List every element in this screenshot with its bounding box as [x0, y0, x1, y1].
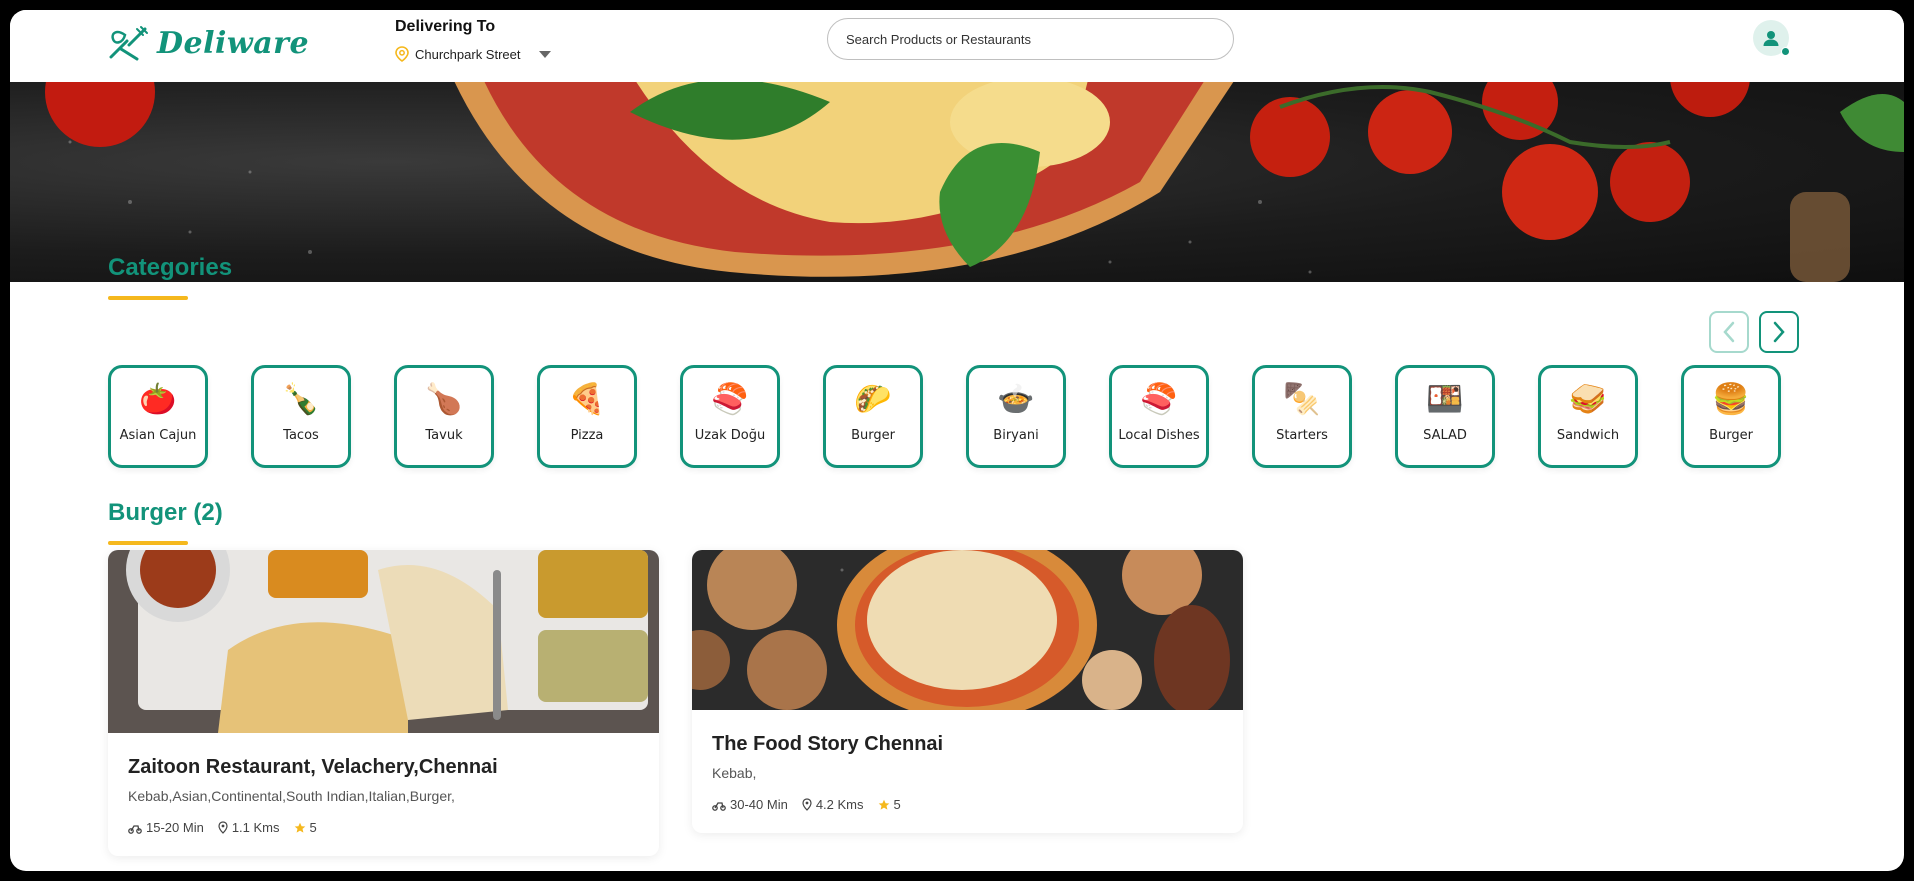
category-local-dishes[interactable]: 🍣 Local Dishes: [1109, 365, 1209, 468]
distance-text: 4.2 Kms: [815, 797, 864, 812]
logo[interactable]: Deliware: [107, 22, 309, 64]
logo-icon: [109, 26, 148, 61]
star-icon: [294, 822, 305, 833]
location-text: Churchpark Street: [415, 46, 521, 62]
burger-icon: 🍔: [1712, 382, 1750, 417]
sandwich-icon: 🥪: [1569, 382, 1607, 417]
sushi-roll-icon: 🍱: [1426, 382, 1464, 417]
location-pin-icon: [802, 798, 812, 811]
delivery-time: 30-40 Min: [712, 797, 788, 812]
chevron-left-icon: [1723, 321, 1735, 343]
category-pizza[interactable]: 🍕 Pizza: [537, 365, 637, 468]
restaurant-name: Zaitoon Restaurant, Velachery,Chennai: [128, 756, 498, 778]
chevron-right-icon: [1773, 321, 1785, 343]
category-starters[interactable]: 🍢 Starters: [1252, 365, 1352, 468]
category-asian-cajun[interactable]: 🍅 Asian Cajun: [108, 365, 208, 468]
delivery-time-text: 30-40 Min: [730, 797, 788, 812]
location-selector[interactable]: Churchpark Street: [395, 46, 551, 62]
results-title: Burger (2): [108, 499, 223, 526]
delivery-time-text: 15-20 Min: [146, 820, 204, 835]
logo-text: Deliware: [157, 25, 310, 61]
title-underline: [108, 296, 188, 300]
bowl-icon: 🍲: [997, 382, 1035, 417]
category-label: Tacos: [283, 428, 319, 443]
online-status-dot: [1781, 47, 1790, 56]
category-label: Burger: [1709, 428, 1753, 443]
top-header: Deliware Delivering To Churchpark Street: [10, 10, 1904, 82]
category-uzak-dogu[interactable]: 🍣 Uzak Doğu: [680, 365, 780, 468]
sushi-icon: 🍣: [711, 382, 749, 417]
category-label: Burger: [851, 428, 895, 443]
category-label: Local Dishes: [1118, 428, 1200, 443]
chevron-down-icon[interactable]: [538, 50, 551, 58]
rating: 5: [878, 797, 901, 812]
search-input[interactable]: [827, 18, 1234, 60]
skewer-icon: 🍢: [1283, 382, 1321, 417]
categories-prev-button[interactable]: [1709, 311, 1749, 353]
user-avatar[interactable]: [1753, 20, 1790, 56]
category-label: Tavuk: [425, 428, 463, 443]
star-icon: [878, 799, 889, 810]
user-icon: [1763, 31, 1779, 46]
category-salad[interactable]: 🍱 SALAD: [1395, 365, 1495, 468]
location-pin-icon: [395, 46, 409, 62]
delivery-time: 15-20 Min: [128, 820, 204, 835]
restaurant-card[interactable]: The Food Story Chennai Kebab, 30-40 Min …: [692, 550, 1243, 833]
category-label: Uzak Doğu: [694, 428, 766, 443]
category-label: SALAD: [1423, 428, 1467, 443]
delivering-to-label: Delivering To: [395, 18, 496, 35]
taco-icon: 🌮: [854, 382, 892, 417]
rating-text: 5: [309, 820, 317, 835]
bottle-icon: 🍾: [282, 382, 320, 417]
location-pin-icon: [218, 821, 228, 834]
distance-text: 1.1 Kms: [231, 820, 280, 835]
category-biryani[interactable]: 🍲 Biryani: [966, 365, 1066, 468]
hero-banner-image: [10, 82, 1904, 282]
pizza-icon: 🍕: [568, 382, 606, 417]
category-tavuk[interactable]: 🍗 Tavuk: [394, 365, 494, 468]
category-tacos[interactable]: 🍾 Tacos: [251, 365, 351, 468]
restaurant-name: The Food Story Chennai: [712, 733, 944, 755]
category-label: Biryani: [993, 428, 1039, 443]
restaurant-image: [692, 550, 1243, 710]
delivery-location: Delivering To Churchpark Street: [395, 18, 551, 62]
sushi-icon: 🍣: [1140, 382, 1178, 417]
roast-chicken-icon: 🍗: [425, 382, 463, 417]
rating: 5: [294, 820, 317, 835]
restaurant-meta: 30-40 Min 4.2 Kms 5: [712, 797, 901, 812]
delivery-scooter-icon: [712, 801, 726, 811]
distance: 4.2 Kms: [802, 797, 864, 812]
delivery-scooter-icon: [128, 824, 142, 834]
title-underline: [108, 541, 188, 545]
categories-title: Categories: [108, 254, 233, 281]
restaurant-image: [108, 550, 659, 733]
rating-text: 5: [893, 797, 901, 812]
app-window: Deliware Delivering To Churchpark Street: [10, 10, 1904, 871]
categories-list: 🍅 Asian Cajun 🍾 Tacos 🍗 Tavuk 🍕 Pizza 🍣 …: [108, 365, 1781, 468]
restaurant-cuisines: Kebab,: [712, 765, 757, 781]
vegetables-icon: 🍅: [139, 382, 177, 417]
category-label: Asian Cajun: [119, 428, 197, 443]
restaurant-meta: 15-20 Min 1.1 Kms 5: [128, 820, 317, 835]
category-burger[interactable]: 🌮 Burger: [823, 365, 923, 468]
category-label: Sandwich: [1556, 428, 1620, 443]
restaurant-cuisines: Kebab,Asian,Continental,South Indian,Ita…: [128, 788, 455, 804]
restaurant-card[interactable]: Zaitoon Restaurant, Velachery,Chennai Ke…: [108, 550, 659, 856]
category-label: Starters: [1276, 428, 1328, 443]
distance: 1.1 Kms: [218, 820, 280, 835]
categories-next-button[interactable]: [1759, 311, 1799, 353]
category-sandwich[interactable]: 🥪 Sandwich: [1538, 365, 1638, 468]
category-burger-2[interactable]: 🍔 Burger: [1681, 365, 1781, 468]
category-label: Pizza: [570, 428, 604, 443]
